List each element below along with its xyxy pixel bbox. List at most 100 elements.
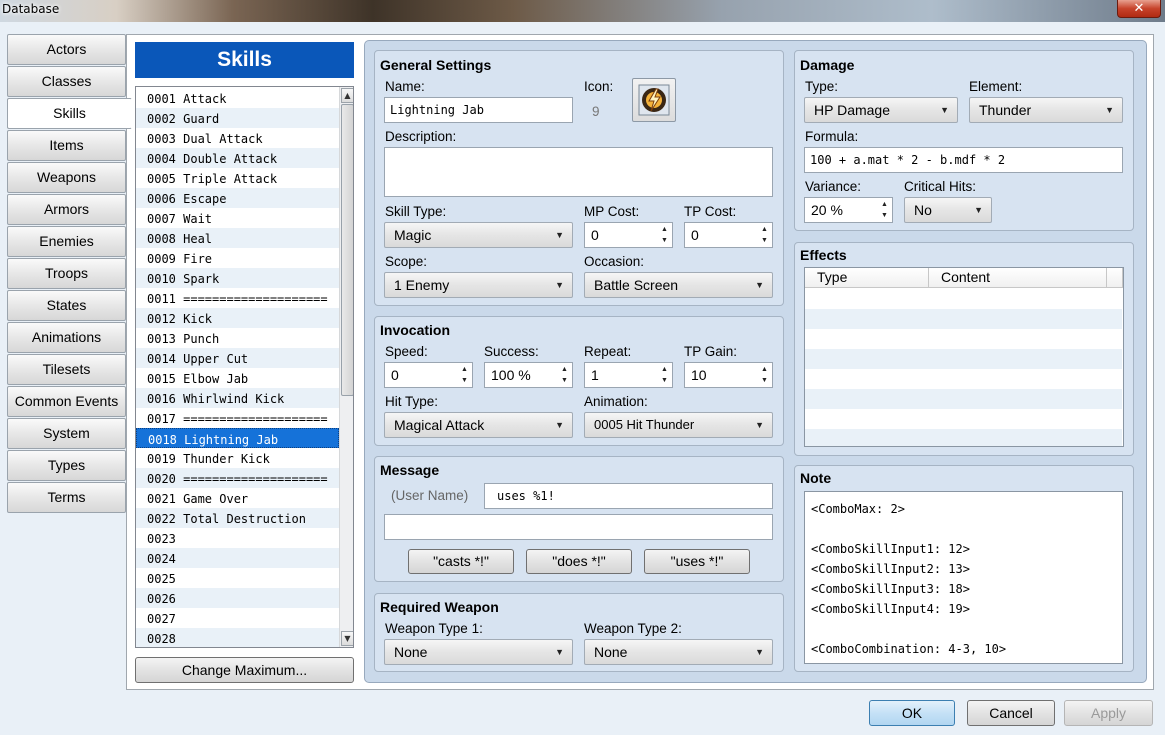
scroll-down-button[interactable]: ▼ (341, 631, 353, 646)
damage-type-select[interactable]: HP Damage ▼ (804, 97, 958, 123)
table-row[interactable] (805, 429, 1122, 446)
element-select[interactable]: Thunder ▼ (969, 97, 1123, 123)
skill-list[interactable]: 0028 0027 0026 0025 0024 0023 0022 Total Destr… (135, 86, 354, 648)
list-item[interactable]: 0008 Heal (136, 228, 339, 248)
list-item[interactable]: 0007 Wait (136, 208, 339, 228)
spinner-arrows-icon[interactable]: ▲ ▼ (658, 364, 671, 386)
success-spinner[interactable]: 100 % ▲ ▼ (484, 362, 573, 388)
tp-gain-spinner[interactable]: 10 ▲ ▼ (684, 362, 773, 388)
tab-skills[interactable]: Skills (7, 98, 132, 129)
table-row[interactable] (805, 349, 1122, 369)
tab-common-events[interactable]: Common Events (7, 386, 126, 417)
spinner-arrows-icon[interactable]: ▲ ▼ (658, 224, 671, 246)
message-line2-input[interactable] (384, 514, 773, 540)
table-row[interactable] (805, 409, 1122, 429)
general-settings-title: General Settings (380, 57, 492, 73)
casts-button[interactable]: "casts *!" (408, 549, 514, 574)
spinner-arrows-icon[interactable]: ▲ ▼ (878, 199, 891, 221)
list-item[interactable]: 0020 ==================== (136, 468, 339, 488)
list-item[interactable]: 0024 (136, 548, 339, 568)
message-line1-input[interactable]: uses %1! (484, 483, 773, 509)
list-item[interactable]: 0019 Thunder Kick (136, 448, 339, 468)
tab-animations[interactable]: Animations (7, 322, 126, 353)
tab-actors[interactable]: Actors (7, 34, 126, 65)
occasion-label: Occasion: (584, 254, 645, 269)
list-item[interactable]: 0026 (136, 588, 339, 608)
list-item[interactable]: 0003 Dual Attack (136, 128, 339, 148)
table-row[interactable] (805, 389, 1122, 409)
list-item[interactable]: 0014 Upper Cut (136, 348, 339, 368)
table-row[interactable] (805, 369, 1122, 389)
list-item[interactable]: 0016 Whirlwind Kick (136, 388, 339, 408)
list-item[interactable]: 0015 Elbow Jab (136, 368, 339, 388)
list-item[interactable]: 0018 Lightning Jab (136, 428, 339, 448)
ok-button[interactable]: OK (869, 700, 955, 726)
list-item[interactable]: 0027 (136, 608, 339, 628)
list-item[interactable]: 0005 Triple Attack (136, 168, 339, 188)
change-maximum-button[interactable]: Change Maximum... (135, 657, 354, 683)
list-item[interactable]: 0013 Punch (136, 328, 339, 348)
list-item[interactable]: 0012 Kick (136, 308, 339, 328)
tab-states[interactable]: States (7, 290, 126, 321)
cancel-button[interactable]: Cancel (967, 700, 1055, 726)
hit-type-select[interactable]: Magical Attack ▼ (384, 412, 573, 438)
tab-troops[interactable]: Troops (7, 258, 126, 289)
scroll-thumb[interactable] (341, 104, 353, 396)
occasion-select[interactable]: Battle Screen ▼ (584, 272, 773, 298)
list-item[interactable]: 0004 Double Attack (136, 148, 339, 168)
list-item[interactable]: 0001 Attack (136, 88, 339, 108)
tab-types[interactable]: Types (7, 450, 126, 481)
animation-select[interactable]: 0005 Hit Thunder ▼ (584, 412, 773, 438)
list-item[interactable]: 0011 ==================== (136, 288, 339, 308)
scope-select[interactable]: 1 Enemy ▼ (384, 272, 573, 298)
effects-col-type[interactable]: Type (805, 268, 929, 288)
tab-armors[interactable]: Armors (7, 194, 126, 225)
effects-table[interactable]: Type Content (804, 267, 1124, 447)
list-scrollbar[interactable]: ▲ ▼ (339, 87, 353, 647)
weapon-type1-select[interactable]: None ▼ (384, 639, 573, 665)
tab-system[interactable]: System (7, 418, 126, 449)
tab-tilesets[interactable]: Tilesets (7, 354, 126, 385)
spinner-arrows-icon[interactable]: ▲ ▼ (458, 364, 471, 386)
skill-type-select[interactable]: Magic ▼ (384, 222, 573, 248)
tab-classes[interactable]: Classes (7, 66, 126, 97)
skill-icon-button[interactable] (632, 78, 676, 122)
list-item[interactable]: 0023 (136, 528, 339, 548)
list-item[interactable]: 0002 Guard (136, 108, 339, 128)
effects-col-content[interactable]: Content (929, 268, 1107, 288)
scroll-up-button[interactable]: ▲ (341, 88, 353, 103)
weapon-type2-select[interactable]: None ▼ (584, 639, 773, 665)
does-button[interactable]: "does *!" (526, 549, 632, 574)
table-row[interactable] (805, 329, 1122, 349)
variance-spinner[interactable]: 20 % ▲ ▼ (804, 197, 893, 223)
name-input[interactable]: Lightning Jab (384, 97, 573, 123)
description-input[interactable] (384, 147, 773, 197)
speed-spinner[interactable]: 0 ▲ ▼ (384, 362, 473, 388)
table-row[interactable] (805, 309, 1122, 329)
list-item[interactable]: 0017 ==================== (136, 408, 339, 428)
mp-cost-spinner[interactable]: 0 ▲ ▼ (584, 222, 673, 248)
list-item[interactable]: 0010 Spark (136, 268, 339, 288)
list-item[interactable]: 0025 (136, 568, 339, 588)
repeat-spinner[interactable]: 1 ▲ ▼ (584, 362, 673, 388)
tab-enemies[interactable]: Enemies (7, 226, 126, 257)
formula-input[interactable]: 100 + a.mat * 2 - b.mdf * 2 (804, 147, 1123, 173)
list-item[interactable]: 0028 (136, 628, 339, 647)
close-button[interactable]: ✕ (1117, 0, 1161, 18)
critical-hits-select[interactable]: No ▼ (904, 197, 992, 223)
table-row[interactable] (805, 289, 1122, 309)
list-item[interactable]: 0021 Game Over (136, 488, 339, 508)
tab-terms[interactable]: Terms (7, 482, 126, 513)
spinner-arrows-icon[interactable]: ▲ ▼ (558, 364, 571, 386)
tab-items[interactable]: Items (7, 130, 126, 161)
note-textarea[interactable]: <ComboMax: 2> <ComboSkillInput1: 12> <Co… (804, 491, 1123, 664)
list-item[interactable]: 0022 Total Destruction (136, 508, 339, 528)
uses-button[interactable]: "uses *!" (644, 549, 750, 574)
list-item[interactable]: 0006 Escape (136, 188, 339, 208)
spinner-arrows-icon[interactable]: ▲ ▼ (758, 224, 771, 246)
tp-cost-spinner[interactable]: 0 ▲ ▼ (684, 222, 773, 248)
apply-button[interactable]: Apply (1064, 700, 1153, 726)
tab-weapons[interactable]: Weapons (7, 162, 126, 193)
list-item[interactable]: 0009 Fire (136, 248, 339, 268)
spinner-arrows-icon[interactable]: ▲ ▼ (758, 364, 771, 386)
